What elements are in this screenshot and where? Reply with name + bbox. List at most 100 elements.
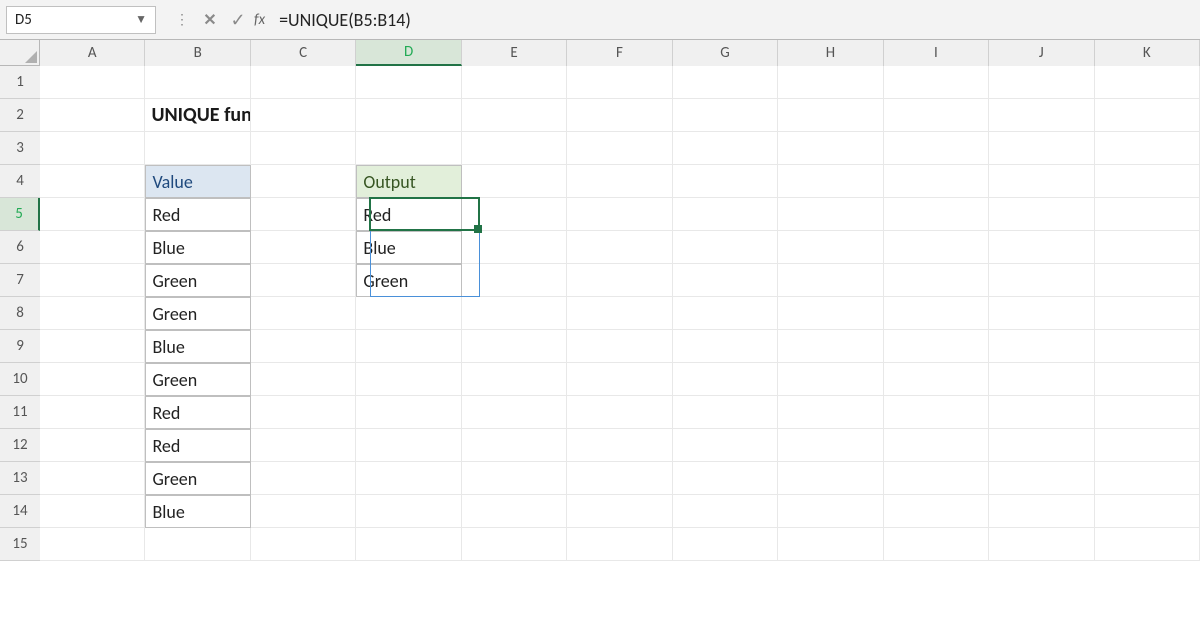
cell-D6[interactable]: Blue — [356, 231, 462, 264]
cell-K11[interactable] — [1095, 396, 1200, 429]
cell-G5[interactable] — [673, 198, 778, 231]
cell-H15[interactable] — [778, 528, 883, 561]
cell-G14[interactable] — [673, 495, 778, 528]
cell-B13[interactable]: Green — [145, 462, 251, 495]
formula-history-icon[interactable]: ⋮ — [168, 8, 196, 32]
cell-C5[interactable] — [251, 198, 356, 231]
cell-G6[interactable] — [673, 231, 778, 264]
cell-A6[interactable] — [40, 231, 145, 264]
cell-H8[interactable] — [778, 297, 883, 330]
cell-A3[interactable] — [40, 132, 145, 165]
cell-K7[interactable] — [1095, 264, 1200, 297]
cell-F10[interactable] — [567, 363, 672, 396]
cell-I8[interactable] — [884, 297, 989, 330]
cell-B1[interactable] — [145, 66, 250, 99]
cell-G1[interactable] — [673, 66, 778, 99]
row-header-1[interactable]: 1 — [0, 66, 40, 99]
cell-K6[interactable] — [1095, 231, 1200, 264]
row-header-5[interactable]: 5 — [0, 198, 40, 231]
cell-C11[interactable] — [251, 396, 356, 429]
cell-B7[interactable]: Green — [145, 264, 251, 297]
cell-E8[interactable] — [462, 297, 567, 330]
cell-A2[interactable] — [40, 99, 145, 132]
cell-C3[interactable] — [251, 132, 356, 165]
cell-K3[interactable] — [1095, 132, 1200, 165]
cell-E14[interactable] — [462, 495, 567, 528]
cell-J2[interactable] — [989, 99, 1094, 132]
cell-F13[interactable] — [567, 462, 672, 495]
fx-icon[interactable]: fx — [254, 11, 265, 29]
cell-A7[interactable] — [40, 264, 145, 297]
cell-G15[interactable] — [673, 528, 778, 561]
cell-E12[interactable] — [462, 429, 567, 462]
cell-J5[interactable] — [989, 198, 1094, 231]
cell-A12[interactable] — [40, 429, 145, 462]
cell-K10[interactable] — [1095, 363, 1200, 396]
cell-G7[interactable] — [673, 264, 778, 297]
cell-A15[interactable] — [40, 528, 145, 561]
cell-D15[interactable] — [356, 528, 461, 561]
cell-F6[interactable] — [567, 231, 672, 264]
cell-D1[interactable] — [356, 66, 461, 99]
cell-F5[interactable] — [567, 198, 672, 231]
cell-K4[interactable] — [1095, 165, 1200, 198]
cell-K9[interactable] — [1095, 330, 1200, 363]
cell-H13[interactable] — [778, 462, 883, 495]
cell-I11[interactable] — [884, 396, 989, 429]
cell-B3[interactable] — [145, 132, 250, 165]
confirm-icon[interactable]: ✓ — [224, 8, 252, 32]
cell-B2[interactable]: UNIQUE function — [145, 99, 250, 132]
cell-D9[interactable] — [356, 330, 461, 363]
cell-I13[interactable] — [884, 462, 989, 495]
cell-A8[interactable] — [40, 297, 145, 330]
cell-A10[interactable] — [40, 363, 145, 396]
row-header-2[interactable]: 2 — [0, 99, 40, 132]
cell-E2[interactable] — [462, 99, 567, 132]
cell-K1[interactable] — [1095, 66, 1200, 99]
cell-B8[interactable]: Green — [145, 297, 251, 330]
row-header-3[interactable]: 3 — [0, 132, 40, 165]
cell-H12[interactable] — [778, 429, 883, 462]
cell-C12[interactable] — [251, 429, 356, 462]
cell-D14[interactable] — [356, 495, 461, 528]
cancel-icon[interactable]: ✕ — [196, 8, 224, 32]
cell-B11[interactable]: Red — [145, 396, 251, 429]
cell-C4[interactable] — [251, 165, 356, 198]
cell-E15[interactable] — [462, 528, 567, 561]
cell-C8[interactable] — [251, 297, 356, 330]
cell-D11[interactable] — [356, 396, 461, 429]
column-header-K[interactable]: K — [1095, 40, 1200, 66]
cell-I4[interactable] — [884, 165, 989, 198]
cell-A4[interactable] — [40, 165, 145, 198]
cell-F8[interactable] — [567, 297, 672, 330]
cell-I1[interactable] — [884, 66, 989, 99]
cell-B4[interactable]: Value — [145, 165, 251, 198]
row-header-13[interactable]: 13 — [0, 462, 40, 495]
cell-F15[interactable] — [567, 528, 672, 561]
column-header-I[interactable]: I — [884, 40, 989, 66]
cell-H7[interactable] — [778, 264, 883, 297]
cell-F9[interactable] — [567, 330, 672, 363]
cell-C2[interactable] — [251, 99, 356, 132]
cell-A14[interactable] — [40, 495, 145, 528]
cell-D3[interactable] — [356, 132, 461, 165]
cell-K14[interactable] — [1095, 495, 1200, 528]
cell-C15[interactable] — [251, 528, 356, 561]
cell-E11[interactable] — [462, 396, 567, 429]
cell-G12[interactable] — [673, 429, 778, 462]
cell-F2[interactable] — [567, 99, 672, 132]
cell-C1[interactable] — [251, 66, 356, 99]
cell-K13[interactable] — [1095, 462, 1200, 495]
cell-D4[interactable]: Output — [356, 165, 462, 198]
cell-I9[interactable] — [884, 330, 989, 363]
cell-J13[interactable] — [989, 462, 1094, 495]
cell-I7[interactable] — [884, 264, 989, 297]
cell-K12[interactable] — [1095, 429, 1200, 462]
cell-G13[interactable] — [673, 462, 778, 495]
cell-G3[interactable] — [673, 132, 778, 165]
cell-J14[interactable] — [989, 495, 1094, 528]
row-header-6[interactable]: 6 — [0, 231, 40, 264]
column-header-B[interactable]: B — [145, 40, 250, 66]
cell-D10[interactable] — [356, 363, 461, 396]
row-header-7[interactable]: 7 — [0, 264, 40, 297]
